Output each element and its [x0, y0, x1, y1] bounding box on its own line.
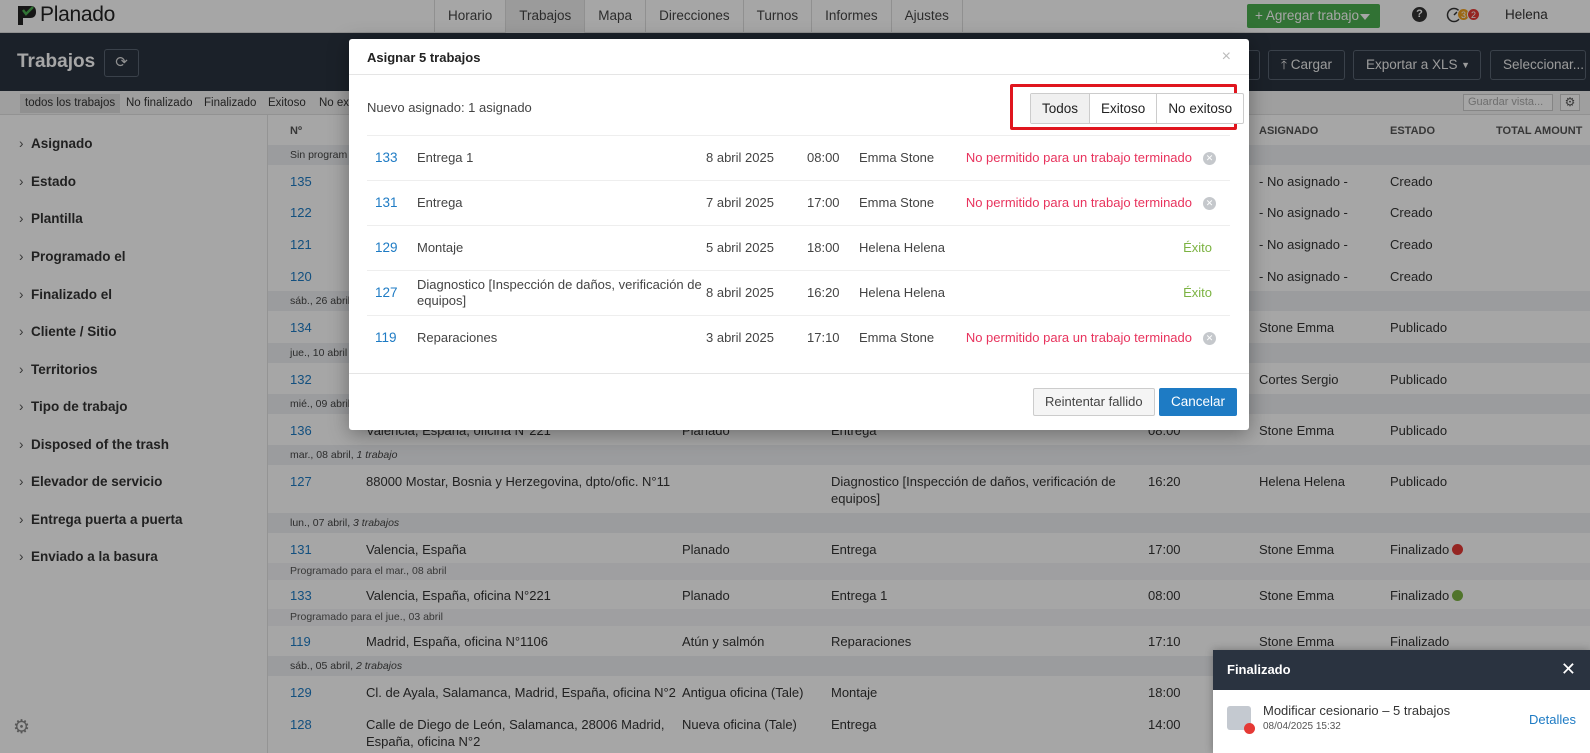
- result-message: No permitido para un trabajo terminado: [965, 195, 1192, 210]
- job-time: 17:00: [807, 195, 840, 210]
- job-date: 7 abril 2025: [706, 195, 774, 210]
- result-row: 129 Montaje 5 abril 2025 18:00 Helena He…: [367, 225, 1230, 270]
- job-number-link[interactable]: 119: [375, 330, 397, 345]
- result-message: No permitido para un trabajo terminado: [965, 150, 1192, 165]
- job-date: 8 abril 2025: [706, 150, 774, 165]
- job-time: 17:10: [807, 330, 840, 345]
- modal-title: Asignar 5 trabajos: [349, 39, 1249, 75]
- job-number-link[interactable]: 127: [375, 285, 398, 300]
- retry-failed-button[interactable]: Reintentar fallido: [1033, 388, 1155, 416]
- result-message: Éxito: [1183, 285, 1212, 300]
- modal-footer: Reintentar fallido Cancelar: [349, 373, 1249, 430]
- cancel-button[interactable]: Cancelar: [1159, 388, 1238, 416]
- job-person: Helena Helena: [859, 240, 946, 255]
- job-person: Emma Stone: [859, 195, 935, 210]
- notification-toast: Finalizado ✕ Modificar cesionario – 5 tr…: [1213, 650, 1590, 753]
- job-person: Emma Stone: [859, 150, 935, 165]
- result-message: Éxito: [1183, 240, 1212, 255]
- job-date: 5 abril 2025: [706, 240, 774, 255]
- toast-message: Modificar cesionario – 5 trabajos: [1263, 703, 1451, 718]
- job-number-link[interactable]: 129: [375, 240, 398, 255]
- result-row: 133 Entrega 1 8 abril 2025 08:00 Emma St…: [367, 135, 1230, 180]
- segment-all[interactable]: Todos: [1031, 94, 1091, 123]
- edit-icon: [1227, 706, 1255, 734]
- result-filter-segmented: Todos Exitoso No exitoso: [1030, 93, 1245, 124]
- result-row: 127 Diagnostico [Inspección de daños, ve…: [367, 270, 1230, 315]
- job-time: 16:20: [807, 285, 840, 300]
- segment-successful[interactable]: Exitoso: [1090, 94, 1158, 123]
- toast-timestamp: 08/04/2025 15:32: [1263, 721, 1341, 732]
- result-row: 119 Reparaciones 3 abril 2025 17:10 Emma…: [367, 315, 1230, 360]
- job-name: Entrega 1: [417, 150, 474, 165]
- details-link[interactable]: Detalles: [1529, 712, 1576, 727]
- error-x-icon: ✕: [1203, 152, 1216, 165]
- job-name: Diagnostico [Inspección de daños, verifi…: [417, 277, 702, 308]
- job-name: Reparaciones: [417, 330, 498, 345]
- result-row: 131 Entrega 7 abril 2025 17:00 Emma Ston…: [367, 180, 1230, 225]
- result-message: No permitido para un trabajo terminado: [965, 330, 1192, 345]
- assign-jobs-modal: Asignar 5 trabajos × Nuevo asignado: 1 a…: [349, 39, 1249, 430]
- job-time: 08:00: [807, 150, 840, 165]
- error-x-icon: ✕: [1203, 197, 1216, 210]
- toast-title: Finalizado: [1213, 650, 1590, 690]
- close-icon[interactable]: ×: [1222, 48, 1231, 66]
- job-number-link[interactable]: 131: [375, 195, 398, 210]
- job-person: Helena Helena: [859, 285, 946, 300]
- job-date: 8 abril 2025: [706, 285, 774, 300]
- error-x-icon: ✕: [1203, 332, 1216, 345]
- error-badge-icon: [1244, 723, 1255, 734]
- job-date: 3 abril 2025: [706, 330, 774, 345]
- segment-unsuccessful[interactable]: No exitoso: [1157, 94, 1243, 123]
- job-time: 18:00: [807, 240, 840, 255]
- job-number-link[interactable]: 133: [375, 150, 398, 165]
- job-name: Montaje: [417, 240, 464, 255]
- job-name: Entrega: [417, 195, 463, 210]
- job-person: Emma Stone: [859, 330, 935, 345]
- close-icon[interactable]: ✕: [1561, 659, 1576, 680]
- assign-info: Nuevo asignado: 1 asignado: [367, 100, 532, 115]
